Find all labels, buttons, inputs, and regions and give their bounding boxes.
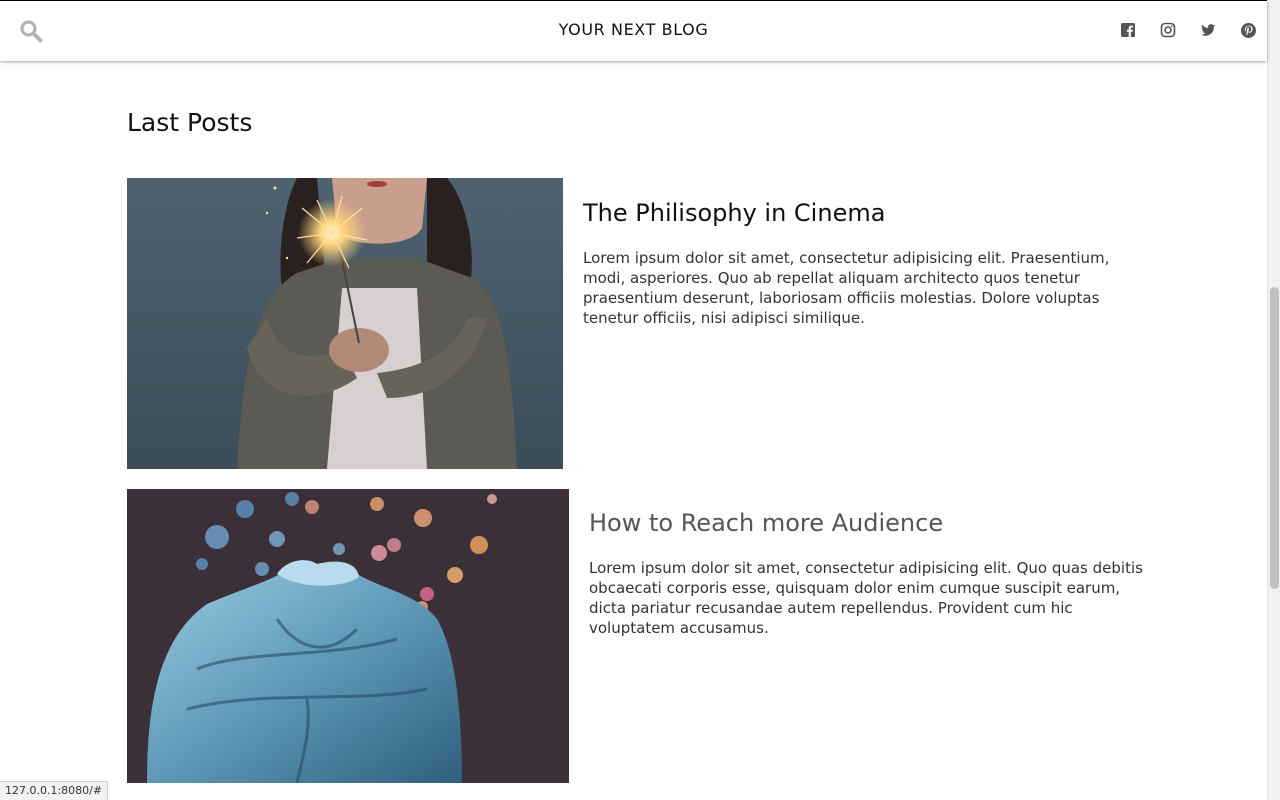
- post-excerpt: Lorem ipsum dolor sit amet, consectetur …: [589, 559, 1143, 637]
- facebook-icon[interactable]: [1120, 22, 1137, 39]
- pinterest-icon[interactable]: [1240, 22, 1257, 39]
- scrollbar-thumb[interactable]: [1270, 287, 1279, 589]
- twitter-icon[interactable]: [1200, 22, 1217, 39]
- site-brand[interactable]: YOUR NEXT BLOG: [0, 20, 1267, 39]
- site-header: YOUR NEXT BLOG: [0, 0, 1267, 61]
- post-title[interactable]: The Philisophy in Cinema: [583, 199, 885, 227]
- instagram-icon[interactable]: [1160, 22, 1177, 39]
- post-image[interactable]: [127, 178, 563, 469]
- post-title[interactable]: How to Reach more Audience: [589, 509, 943, 537]
- section-title: Last Posts: [127, 108, 253, 137]
- post-image[interactable]: [127, 489, 569, 783]
- status-bar-url: 127.0.0.1:8080/#: [0, 781, 109, 800]
- social-links: [1120, 22, 1257, 39]
- post-excerpt: Lorem ipsum dolor sit amet, consectetur …: [583, 249, 1110, 327]
- page-scrollbar[interactable]: [1267, 0, 1280, 800]
